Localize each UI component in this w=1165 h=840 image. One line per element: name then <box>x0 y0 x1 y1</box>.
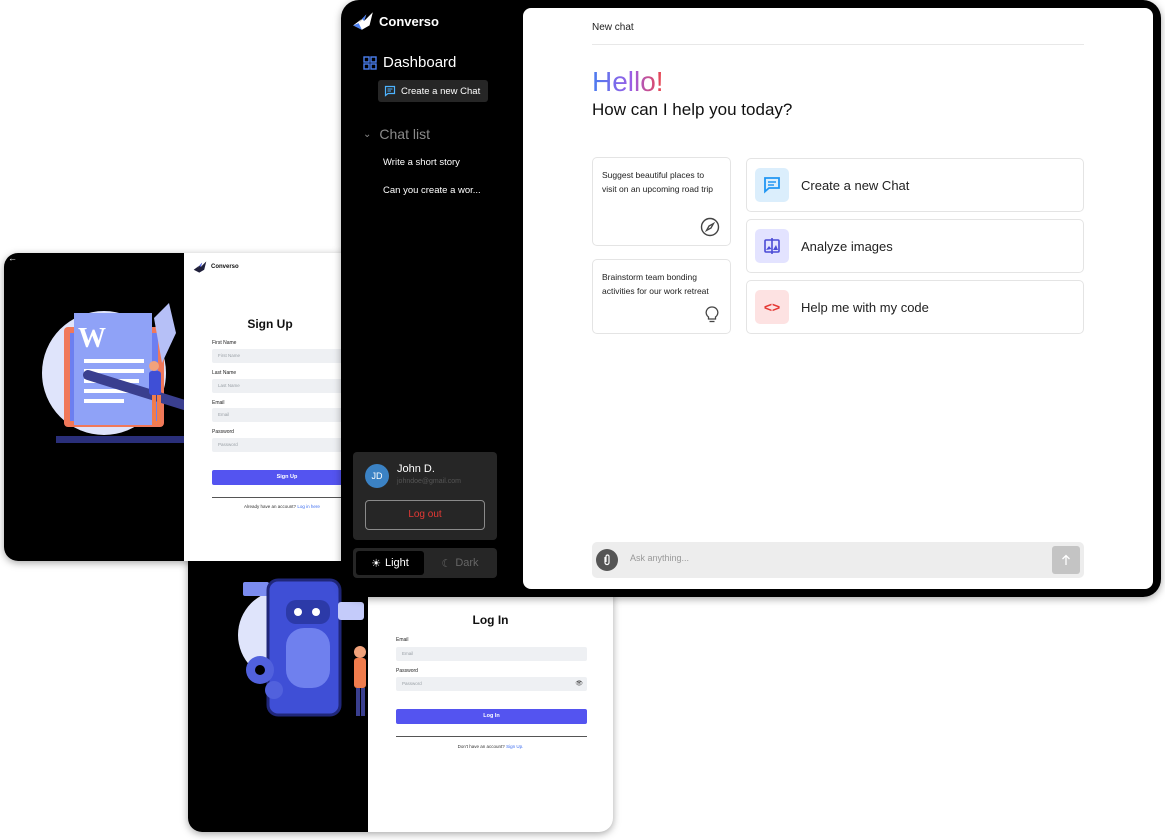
signup-divider <box>212 497 356 498</box>
last-name-label: Last Name <box>212 370 237 376</box>
brand-name: Converso <box>379 13 439 29</box>
signup-link[interactable]: Sign Up. <box>506 744 523 749</box>
send-button[interactable] <box>1052 546 1080 574</box>
chat-list-item[interactable]: Can you create a wor... <box>383 185 481 196</box>
signup-brand: Converso <box>211 264 239 270</box>
signup-footer-text: Already have an account? <box>244 504 297 509</box>
theme-light-label: Light <box>385 557 409 569</box>
svg-text:W: W <box>78 323 106 354</box>
login-footer: Don't have an account? Sign Up. <box>368 744 613 749</box>
login-password-placeholder: Password <box>402 681 422 686</box>
back-arrow-icon[interactable]: ← <box>8 253 17 263</box>
first-name-label: First Name <box>212 340 237 346</box>
avatar[interactable]: JD <box>365 464 389 488</box>
action-icon-box <box>755 168 789 202</box>
converso-logo-icon <box>353 12 373 30</box>
converso-logo-icon <box>193 261 207 273</box>
action-label: Help me with my code <box>801 299 929 315</box>
chat-content: New chat Hello! How can I help you today… <box>523 8 1153 589</box>
suggestion-text: Brainstorm team bonding activities for o… <box>602 272 709 296</box>
last-name-input[interactable]: Last Name <box>212 379 356 393</box>
chat-bubble-icon <box>384 85 396 97</box>
login-button[interactable]: Log In <box>396 709 587 724</box>
robot-illustration <box>238 578 366 717</box>
sidebar-new-chat-label: Create a new Chat <box>401 85 481 97</box>
prompt-heading: How can I help you today? <box>592 100 793 119</box>
user-card: JD John D. johndoe@gmail.com Log out <box>353 452 497 540</box>
moon-icon: ☾ <box>441 557 452 570</box>
action-icon-box: <> <box>755 290 789 324</box>
chat-list-label: Chat list <box>379 126 430 142</box>
greeting: Hello! <box>592 66 664 97</box>
signup-title: Sign Up <box>247 317 293 331</box>
document-illustration: W <box>42 303 184 443</box>
image-icon <box>764 238 780 254</box>
action-icon-box <box>755 229 789 263</box>
login-footer-text: Don't have an account? <box>457 744 505 749</box>
dashboard-grid-icon <box>363 55 377 70</box>
suggestion-card[interactable]: Brainstorm team bonding activities for o… <box>592 259 731 334</box>
action-help-code[interactable]: <> Help me with my code <box>746 280 1084 334</box>
action-label: Create a new Chat <box>801 177 910 193</box>
chat-list-item[interactable]: Write a short story <box>383 157 460 168</box>
paperclip-icon <box>604 554 610 566</box>
brand-logo[interactable]: Converso <box>351 10 439 32</box>
action-analyze-images[interactable]: Analyze images <box>746 219 1084 273</box>
lightbulb-icon <box>705 306 719 323</box>
user-name: John D. <box>397 463 435 475</box>
page-title: New chat <box>592 22 634 33</box>
eye-icon[interactable]: 👁 <box>575 680 583 687</box>
chat-bubble-icon <box>764 177 780 194</box>
title-divider <box>592 44 1084 45</box>
login-link[interactable]: Log in here <box>297 504 320 509</box>
theme-light-button[interactable]: ☀ Light <box>356 551 424 575</box>
chevron-down-icon: ⌄ <box>363 128 372 140</box>
login-password-input[interactable]: Password 👁 <box>396 677 587 691</box>
login-email-label: Email <box>396 637 409 643</box>
suggestion-card[interactable]: Suggest beautiful places to visit on an … <box>592 157 731 246</box>
signup-illustration-panel: ← W <box>4 253 184 561</box>
chat-list-toggle[interactable]: ⌄ Chat list <box>363 126 430 142</box>
login-divider <box>396 736 587 737</box>
signup-window: ← W Converso Sign Up First Name First Na… <box>4 253 356 561</box>
attach-button[interactable] <box>596 549 618 571</box>
compass-icon <box>700 217 720 237</box>
chat-input-bar: Ask anything... <box>592 542 1084 578</box>
sidebar-new-chat-button[interactable]: Create a new Chat <box>378 80 488 102</box>
signup-email-input[interactable]: Email <box>212 408 356 422</box>
action-new-chat[interactable]: Create a new Chat <box>746 158 1084 212</box>
arrow-up-icon <box>1062 554 1070 565</box>
signup-email-label: Email <box>212 400 225 406</box>
dashboard-label: Dashboard <box>383 54 457 71</box>
signup-logo: Converso <box>192 260 239 274</box>
theme-dark-button[interactable]: ☾ Dark <box>426 551 494 575</box>
code-icon: <> <box>763 299 781 315</box>
sun-icon: ☀ <box>371 557 381 570</box>
signup-form: Converso Sign Up First Name First Name L… <box>184 253 356 561</box>
action-label: Analyze images <box>801 238 893 254</box>
signup-button[interactable]: Sign Up <box>212 470 356 485</box>
signup-footer: Already have an account? Log in here <box>244 504 320 509</box>
suggestion-text: Suggest beautiful places to visit on an … <box>602 170 714 194</box>
signup-password-input[interactable]: Password <box>212 438 356 452</box>
chat-app-window: Converso Dashboard Create a new Chat ⌄ C… <box>341 0 1161 597</box>
theme-toggle: ☀ Light ☾ Dark <box>353 548 497 578</box>
login-title: Log In <box>472 613 509 627</box>
sidebar: Converso Dashboard Create a new Chat ⌄ C… <box>341 0 521 597</box>
theme-dark-label: Dark <box>455 557 479 569</box>
login-email-input[interactable]: Email <box>396 647 587 661</box>
chat-input[interactable]: Ask anything... <box>630 553 689 563</box>
login-password-label: Password <box>396 668 418 674</box>
user-email: johndoe@gmail.com <box>397 478 461 485</box>
first-name-input[interactable]: First Name <box>212 349 356 363</box>
signup-password-label: Password <box>212 429 234 435</box>
logout-button[interactable]: Log out <box>365 500 485 530</box>
sidebar-item-dashboard[interactable]: Dashboard <box>363 54 456 71</box>
